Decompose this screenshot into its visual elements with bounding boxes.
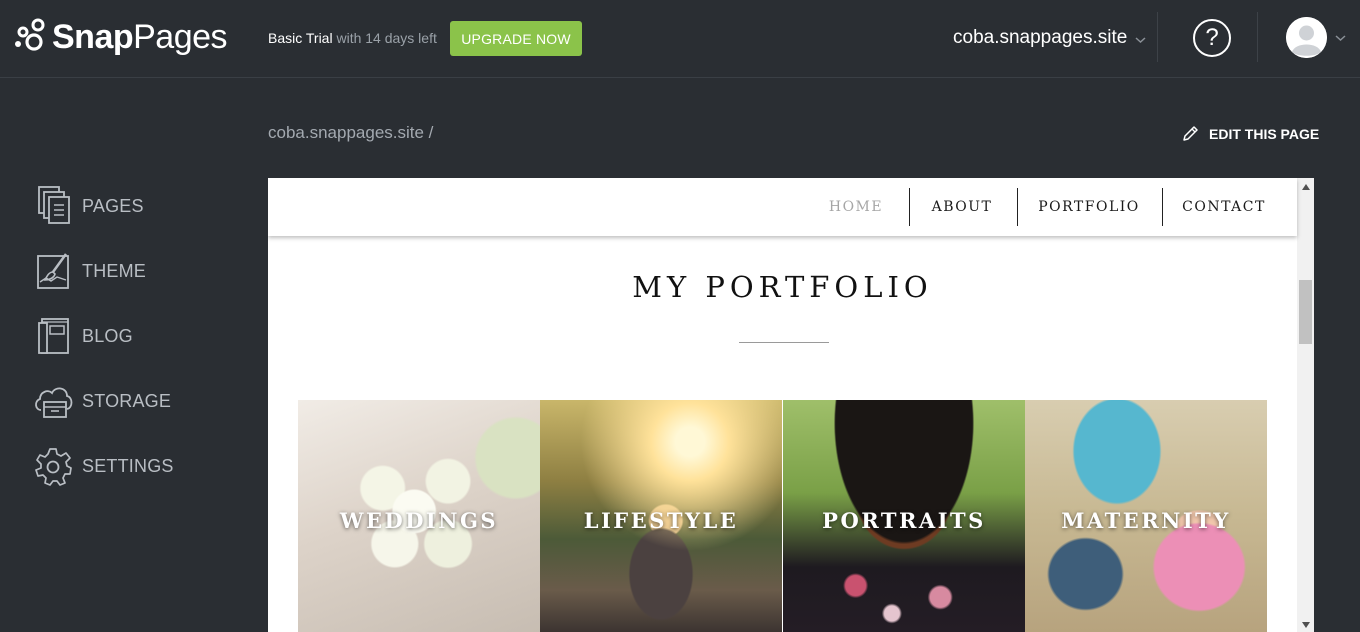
trial-days-left: with 14 days left <box>332 30 437 46</box>
portfolio-tile-lifestyle[interactable]: LIFESTYLE <box>540 400 782 632</box>
nav-separator <box>1017 188 1018 226</box>
tile-caption: PORTRAITS <box>822 508 986 533</box>
sidebar-item-blog[interactable]: BLOG <box>30 311 133 361</box>
header-divider <box>1157 12 1158 62</box>
upgrade-now-button[interactable]: UPGRADE NOW <box>450 21 582 56</box>
edit-this-page-label: EDIT THIS PAGE <box>1209 125 1320 142</box>
logo-text-light: Pages <box>133 17 228 56</box>
chevron-down-icon <box>1335 34 1346 41</box>
site-nav: HOME ABOUT PORTFOLIO CONTACT <box>268 178 1297 236</box>
scrollbar-thumb[interactable] <box>1299 280 1312 344</box>
logo-text-bold: Snap <box>52 17 134 56</box>
portfolio-tile-portraits[interactable]: PORTRAITS <box>783 400 1025 632</box>
chevron-down-icon <box>1135 37 1146 44</box>
nav-separator <box>909 188 910 226</box>
portfolio-tile-maternity[interactable]: MATERNITY <box>1025 400 1267 632</box>
scroll-down-arrow-icon[interactable] <box>1297 618 1314 632</box>
site-selector-dropdown[interactable]: coba.snappages.site <box>953 27 1146 49</box>
tile-caption: WEDDINGS <box>339 508 499 533</box>
blog-book-icon <box>30 313 76 359</box>
site-preview-frame[interactable]: HOME ABOUT PORTFOLIO CONTACT MY PORTFOLI… <box>268 178 1314 632</box>
title-divider <box>739 342 829 343</box>
sidebar-item-label: PAGES <box>82 195 144 216</box>
site-nav-contact[interactable]: CONTACT <box>1176 188 1272 226</box>
sidebar-item-label: THEME <box>82 260 146 281</box>
snappages-logo[interactable]: SnapPages <box>14 17 228 57</box>
sidebar-item-label: SETTINGS <box>82 455 174 476</box>
help-icon: ? <box>1205 24 1219 51</box>
site-nav-about[interactable]: ABOUT <box>922 188 1002 226</box>
user-menu[interactable] <box>1286 17 1346 58</box>
top-bar: SnapPages Basic Trial with 14 days left … <box>0 0 1360 78</box>
gear-icon <box>30 443 76 489</box>
storage-cloud-icon <box>30 378 76 424</box>
logo-dots-icon <box>15 18 45 51</box>
sidebar-item-storage[interactable]: STORAGE <box>30 376 171 426</box>
pencil-icon <box>1182 125 1199 142</box>
theme-brush-icon <box>30 248 76 294</box>
sidebar-item-settings[interactable]: SETTINGS <box>30 441 174 491</box>
tile-caption: MATERNITY <box>1061 508 1231 533</box>
portfolio-tile-weddings[interactable]: WEDDINGS <box>298 400 540 632</box>
nav-separator <box>1162 188 1163 226</box>
help-button[interactable]: ? <box>1193 19 1231 57</box>
avatar <box>1286 17 1327 58</box>
logo-text: SnapPages <box>52 17 228 57</box>
header-divider <box>1257 12 1258 62</box>
site-nav-home[interactable]: HOME <box>816 188 896 226</box>
trial-plan: Basic Trial <box>268 30 333 46</box>
preview-scrollbar[interactable] <box>1297 178 1314 632</box>
sidebar-item-label: STORAGE <box>82 390 172 411</box>
site-selector-label: coba.snappages.site <box>953 27 1128 48</box>
edit-this-page-button[interactable]: EDIT THIS PAGE <box>1182 125 1319 142</box>
tile-caption: LIFESTYLE <box>583 508 739 533</box>
pages-icon <box>30 183 76 229</box>
breadcrumb[interactable]: coba.snappages.site / <box>268 123 433 143</box>
user-silhouette-icon <box>1286 17 1327 58</box>
site-nav-portfolio[interactable]: PORTFOLIO <box>1033 188 1145 226</box>
sidebar-item-label: BLOG <box>82 325 133 346</box>
page-title: MY PORTFOLIO <box>632 270 933 304</box>
sidebar-item-theme[interactable]: THEME <box>30 246 146 296</box>
scroll-up-arrow-icon[interactable] <box>1297 180 1314 194</box>
sidebar-item-pages[interactable]: PAGES <box>30 181 144 231</box>
trial-status: Basic Trial with 14 days left <box>268 30 437 46</box>
